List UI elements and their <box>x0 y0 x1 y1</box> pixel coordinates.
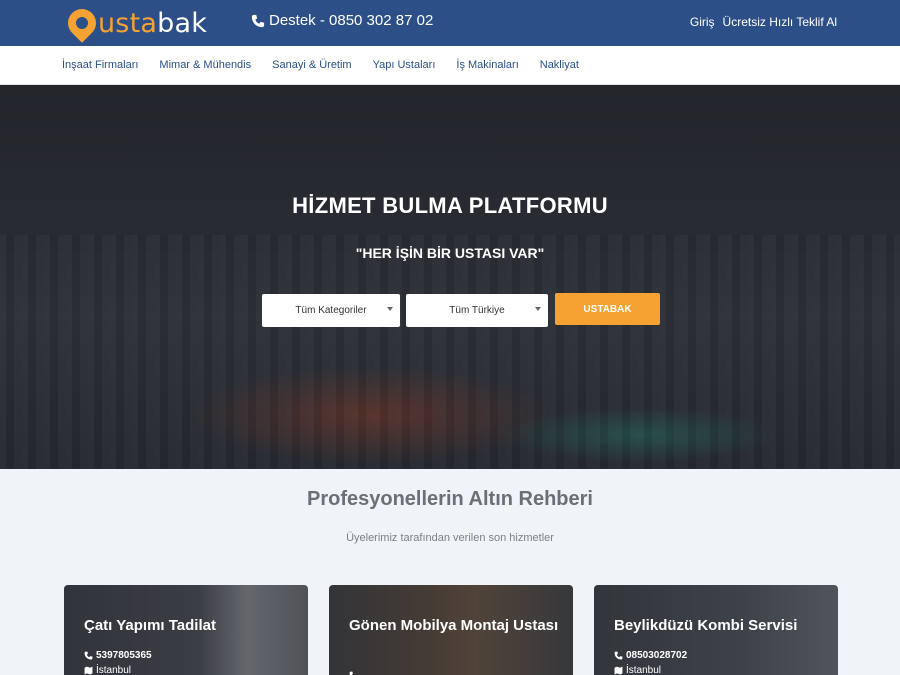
login-link[interactable]: Giriş <box>690 15 715 29</box>
service-card[interactable]: Gönen Mobilya Montaj Ustası <box>329 585 573 675</box>
category-select-value: Tüm Kategoriler <box>295 305 367 316</box>
hero-title: HİZMET BULMA PLATFORMU <box>292 193 608 218</box>
card-title: Beylikdüzü Kombi Servisi <box>614 617 798 634</box>
search-button[interactable]: USTABAK <box>555 293 660 325</box>
card-phone[interactable] <box>349 671 361 675</box>
card-title: Gönen Mobilya Montaj Ustası <box>349 617 559 634</box>
card-city: İstanbul <box>614 665 661 675</box>
logo-text-part2: bak <box>157 7 208 39</box>
map-icon <box>84 666 93 675</box>
phone-icon <box>614 651 623 660</box>
card-title: Çatı Yapımı Tadilat <box>84 617 216 634</box>
nav-item-is-makinalari[interactable]: İş Makinaları <box>456 59 518 71</box>
section-title: Profesyonellerin Altın Rehberi <box>307 488 593 510</box>
logo-text: ustabak <box>98 8 207 39</box>
nav-item-sanayi-uretim[interactable]: Sanayi & Üretim <box>272 59 351 71</box>
support-phone[interactable]: Destek - 0850 302 87 02 <box>251 12 433 29</box>
top-links: Giriş Ücretsiz Hızlı Teklif Al <box>690 15 837 29</box>
nav-items: İnşaat Firmaları Mimar & Mühendis Sanayi… <box>62 59 579 71</box>
map-icon <box>614 666 623 675</box>
location-select[interactable]: Tüm Türkiye <box>406 294 548 327</box>
nav-item-yapi-ustalari[interactable]: Yapı Ustaları <box>373 59 436 71</box>
nav-item-insaat-firmalari[interactable]: İnşaat Firmaları <box>62 59 138 71</box>
free-quote-link[interactable]: Ücretsiz Hızlı Teklif Al <box>723 15 837 29</box>
hero-banner: HİZMET BULMA PLATFORMU "HER İŞİN BİR UST… <box>0 85 900 469</box>
logo[interactable]: ustabak <box>62 3 207 43</box>
chevron-down-icon <box>387 307 393 311</box>
category-navbar: İnşaat Firmaları Mimar & Mühendis Sanayi… <box>0 46 900 85</box>
top-header: ustabak Destek - 0850 302 87 02 Giriş Üc… <box>0 0 900 46</box>
logo-text-part1: usta <box>98 7 158 39</box>
phone-icon <box>84 651 93 660</box>
hero-subtitle: "HER İŞİN BİR USTASI VAR" <box>355 245 545 261</box>
location-pin-icon <box>62 3 102 43</box>
service-card[interactable]: Beylikdüzü Kombi Servisi 08503028702 İst… <box>594 585 838 675</box>
card-city: İstanbul <box>84 665 131 675</box>
support-text: Destek - 0850 302 87 02 <box>269 12 434 29</box>
service-card[interactable]: Çatı Yapımı Tadilat 5397805365 İstanbul <box>64 585 308 675</box>
card-phone-number: 5397805365 <box>96 650 152 661</box>
phone-icon <box>251 14 265 27</box>
location-select-value: Tüm Türkiye <box>449 305 505 316</box>
phone-icon <box>349 671 353 675</box>
category-select[interactable]: Tüm Kategoriler <box>262 294 400 327</box>
nav-item-mimar-muhendis[interactable]: Mimar & Mühendis <box>159 59 251 71</box>
card-phone[interactable]: 08503028702 <box>614 650 687 661</box>
card-phone-number: 08503028702 <box>626 650 688 661</box>
card-city-name: İstanbul <box>96 665 132 675</box>
card-phone[interactable]: 5397805365 <box>84 650 152 661</box>
section-subtitle: Üyelerimiz tarafından verilen son hizmet… <box>346 532 554 544</box>
nav-item-nakliyat[interactable]: Nakliyat <box>540 59 579 71</box>
card-city-name: İstanbul <box>626 665 662 675</box>
chevron-down-icon <box>535 307 541 311</box>
